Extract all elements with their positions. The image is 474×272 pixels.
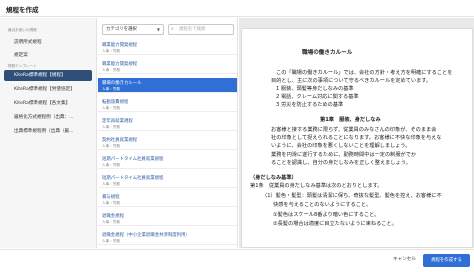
dialog-header: 規程を作成	[0, 0, 474, 17]
doc-chapter-heading: 第1章 服装、身だしなみ	[320, 117, 381, 123]
list-item[interactable]: 賞与規程 人事・労務	[98, 192, 237, 207]
doc-line: 3 労災を防止するための基準	[276, 102, 344, 108]
list-item-selected[interactable]: 職場の働きカルール 人事・労務	[98, 78, 237, 93]
doc-line: いように、会社の印象を悪くしないことを理解しましょう。	[271, 143, 411, 149]
doc-line: ることを認識し、自分の身だしなみを正しく整えましょう。	[271, 160, 411, 166]
search-icon: ⌕	[171, 26, 174, 32]
list-item[interactable]: 短期パートタイム社員就業規程 人事・労務	[98, 154, 237, 169]
dialog-title: 規程を作成	[6, 6, 39, 14]
sidebar-item-4[interactable]: KiteRa標準規程【各文集】	[4, 98, 92, 109]
doc-line: 第1条 従業員の身だしなみ基準は次のとおりとします。	[250, 183, 383, 189]
list-item[interactable]: 退職金規程（中小企業退職金共済制度利用） 人事・労務	[98, 230, 237, 245]
list-item[interactable]: 退職金規程 人事・労務	[98, 211, 237, 226]
create-rule-dialog: 規程を作成 最近お使いの規程 説明所式規程 規定案 規程テンプレート KiteR…	[0, 0, 474, 272]
sidebar-item-3[interactable]: KiteRa標準規程【労使協定】	[4, 84, 92, 95]
create-rule-button[interactable]: 規程を作成する	[423, 254, 470, 267]
document-page: 職場の働きカルール この「職場の働きカルール」では、会社の方針・考え方を明確にす…	[241, 28, 473, 248]
doc-line: （1）髪色・髪型：頭髪は清潔に保ち、奇抜な髪型、髪色を控え、お客様に不	[262, 193, 442, 199]
list-item[interactable]: 契約社員就業規程 人事・労務	[98, 135, 237, 150]
dialog-footer: キャンセル 規程を作成する	[0, 249, 474, 272]
search-placeholder: 規程名で検索	[179, 27, 206, 32]
doc-line: ①髪色はスケール8番より暗い色にすること。	[273, 212, 380, 218]
sidebar-item-6[interactable]: 出典標準規程例（出典（厳...	[4, 126, 92, 137]
template-search-input[interactable]: ⌕ 規程名で検索	[168, 24, 234, 35]
cancel-button[interactable]: キャンセル	[393, 256, 416, 262]
list-item[interactable]: 職業能力開発規程 人事・労務	[98, 59, 237, 74]
sidebar-item-5[interactable]: 厳格化方式規程例（出典：...	[4, 112, 92, 123]
category-select-value: カテゴリを選択	[106, 27, 137, 32]
section-templates-label: 規程テンプレート	[8, 64, 37, 68]
list-item[interactable]: 転勤旅費規程 人事・労務	[98, 97, 237, 112]
template-list-panel: カテゴリを選択 ▼ ⌕ 規程名で検索 職業能力開発規程 人事・労務 職業能力開発規…	[98, 18, 238, 264]
sidebar-item-kitera-rules[interactable]: KiteRa標準規程【規程】	[4, 70, 92, 81]
section-recent-label: 最近お使いの規程	[8, 28, 37, 32]
list-item[interactable]: 定年再就業規程 人事・労務	[98, 116, 237, 131]
list-item[interactable]: 短期パートタイム社員就業規程 人事・労務	[98, 173, 237, 188]
doc-line: 快感を与えることのないようにすること。	[273, 202, 372, 208]
document-preview-pane: 職場の働きカルール この「職場の働きカルール」では、会社の方針・考え方を明確にす…	[239, 18, 474, 248]
chevron-down-icon: ▼	[156, 27, 160, 32]
list-item[interactable]: 職業能力開発規程 人事・労務	[98, 40, 237, 55]
template-source-sidebar: 最近お使いの規程 説明所式規程 規定案 規程テンプレート KiteRa標準規程【…	[0, 18, 97, 248]
document-title: 職場の働きカルール	[302, 50, 353, 56]
sidebar-item-0[interactable]: 説明所式規程	[4, 37, 92, 48]
category-select[interactable]: カテゴリを選択 ▼	[102, 24, 164, 35]
sidebar-item-1[interactable]: 規定案	[4, 50, 92, 61]
doc-line: ②長髪の場合は適度に目立たないように束ねること。	[273, 221, 397, 227]
